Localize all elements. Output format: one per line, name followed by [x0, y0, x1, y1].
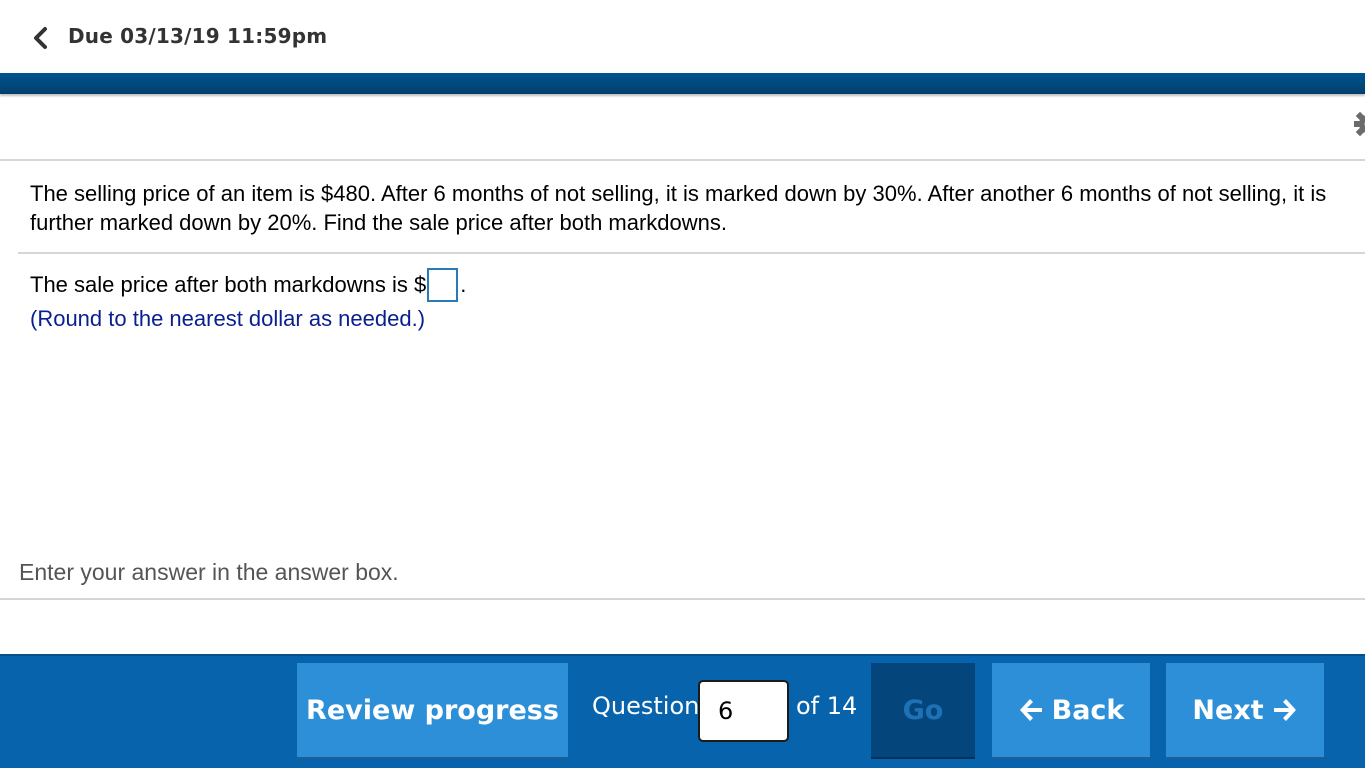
answer-suffix: . [460, 272, 467, 297]
answer-input[interactable] [427, 268, 459, 302]
answer-statement: The sale price after both markdowns is $… [30, 268, 466, 302]
question-label: Question [592, 692, 700, 720]
question-number-input[interactable] [698, 680, 789, 742]
header-accent-band [0, 73, 1365, 94]
review-progress-button[interactable]: Review progress [297, 663, 568, 759]
answer-prefix: The sale price after both markdowns is $ [30, 272, 427, 297]
gear-icon[interactable] [1351, 107, 1365, 141]
arrow-right-icon [1272, 697, 1298, 723]
question-divider [18, 252, 1365, 254]
next-button[interactable]: Next [1166, 663, 1324, 759]
due-date-label: Due 03/13/19 11:59pm [68, 24, 328, 48]
question-toolbar [0, 95, 1365, 161]
go-label: Go [902, 694, 944, 726]
back-label: Back [1051, 694, 1125, 726]
top-header: Due 03/13/19 11:59pm [0, 0, 1365, 73]
go-button[interactable]: Go [871, 663, 975, 759]
review-progress-label: Review progress [306, 694, 559, 726]
chevron-left-icon[interactable] [30, 26, 52, 50]
back-button[interactable]: Back [992, 663, 1150, 759]
arrow-left-icon [1018, 697, 1044, 723]
question-prompt: The selling price of an item is $480. Af… [30, 181, 1327, 235]
next-label: Next [1192, 694, 1264, 726]
instruction-divider [0, 598, 1365, 600]
answer-instruction: Enter your answer in the answer box. [19, 559, 399, 585]
rounding-hint: (Round to the nearest dollar as needed.) [30, 306, 426, 331]
question-total-label: of 14 [796, 692, 858, 720]
